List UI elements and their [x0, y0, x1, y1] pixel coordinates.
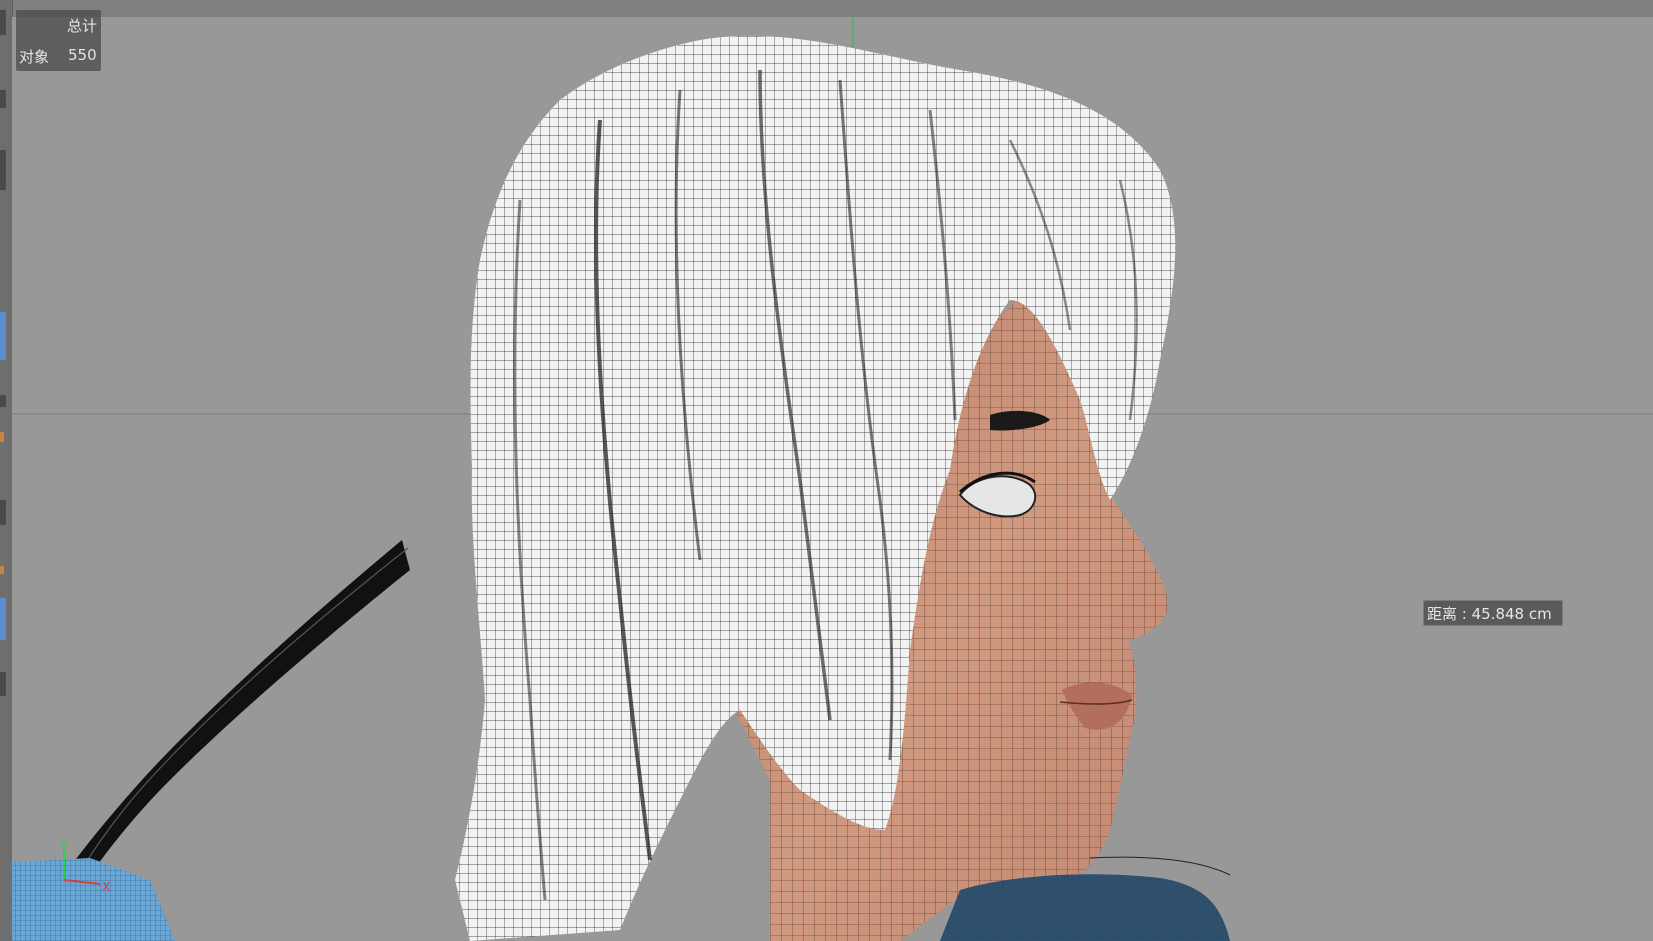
stats-objects-value: 550 — [68, 46, 97, 64]
cinema4d-window: Y X 总计 对象 550 距离 : 45.848 cm — [0, 0, 1653, 941]
tool-tab[interactable] — [0, 10, 6, 35]
tool-tab[interactable] — [0, 90, 6, 108]
distance-readout: 距离 : 45.848 cm — [1423, 600, 1563, 626]
tool-tab[interactable] — [0, 500, 6, 525]
clothing-outline — [1089, 856, 1231, 876]
viewport-header-strip — [0, 0, 1653, 18]
3d-viewport[interactable]: Y X — [12, 17, 1653, 941]
ribbon-object — [60, 540, 410, 890]
scene-stats-hud: 总计 对象 550 — [16, 10, 101, 71]
axis-y-label: Y — [60, 840, 68, 854]
tool-tab-active[interactable] — [0, 312, 6, 360]
stats-total-label: 总计 — [66, 17, 97, 35]
axis-x-label: X — [102, 880, 111, 894]
tool-tab[interactable] — [0, 150, 6, 190]
stats-objects-label: 对象 — [19, 48, 50, 66]
tool-tab[interactable] — [0, 395, 6, 407]
tool-tab[interactable] — [0, 672, 6, 696]
tool-tab[interactable] — [0, 432, 4, 442]
tool-tab[interactable] — [0, 566, 4, 574]
scene-render — [12, 17, 1653, 941]
tool-tab[interactable] — [0, 598, 6, 640]
